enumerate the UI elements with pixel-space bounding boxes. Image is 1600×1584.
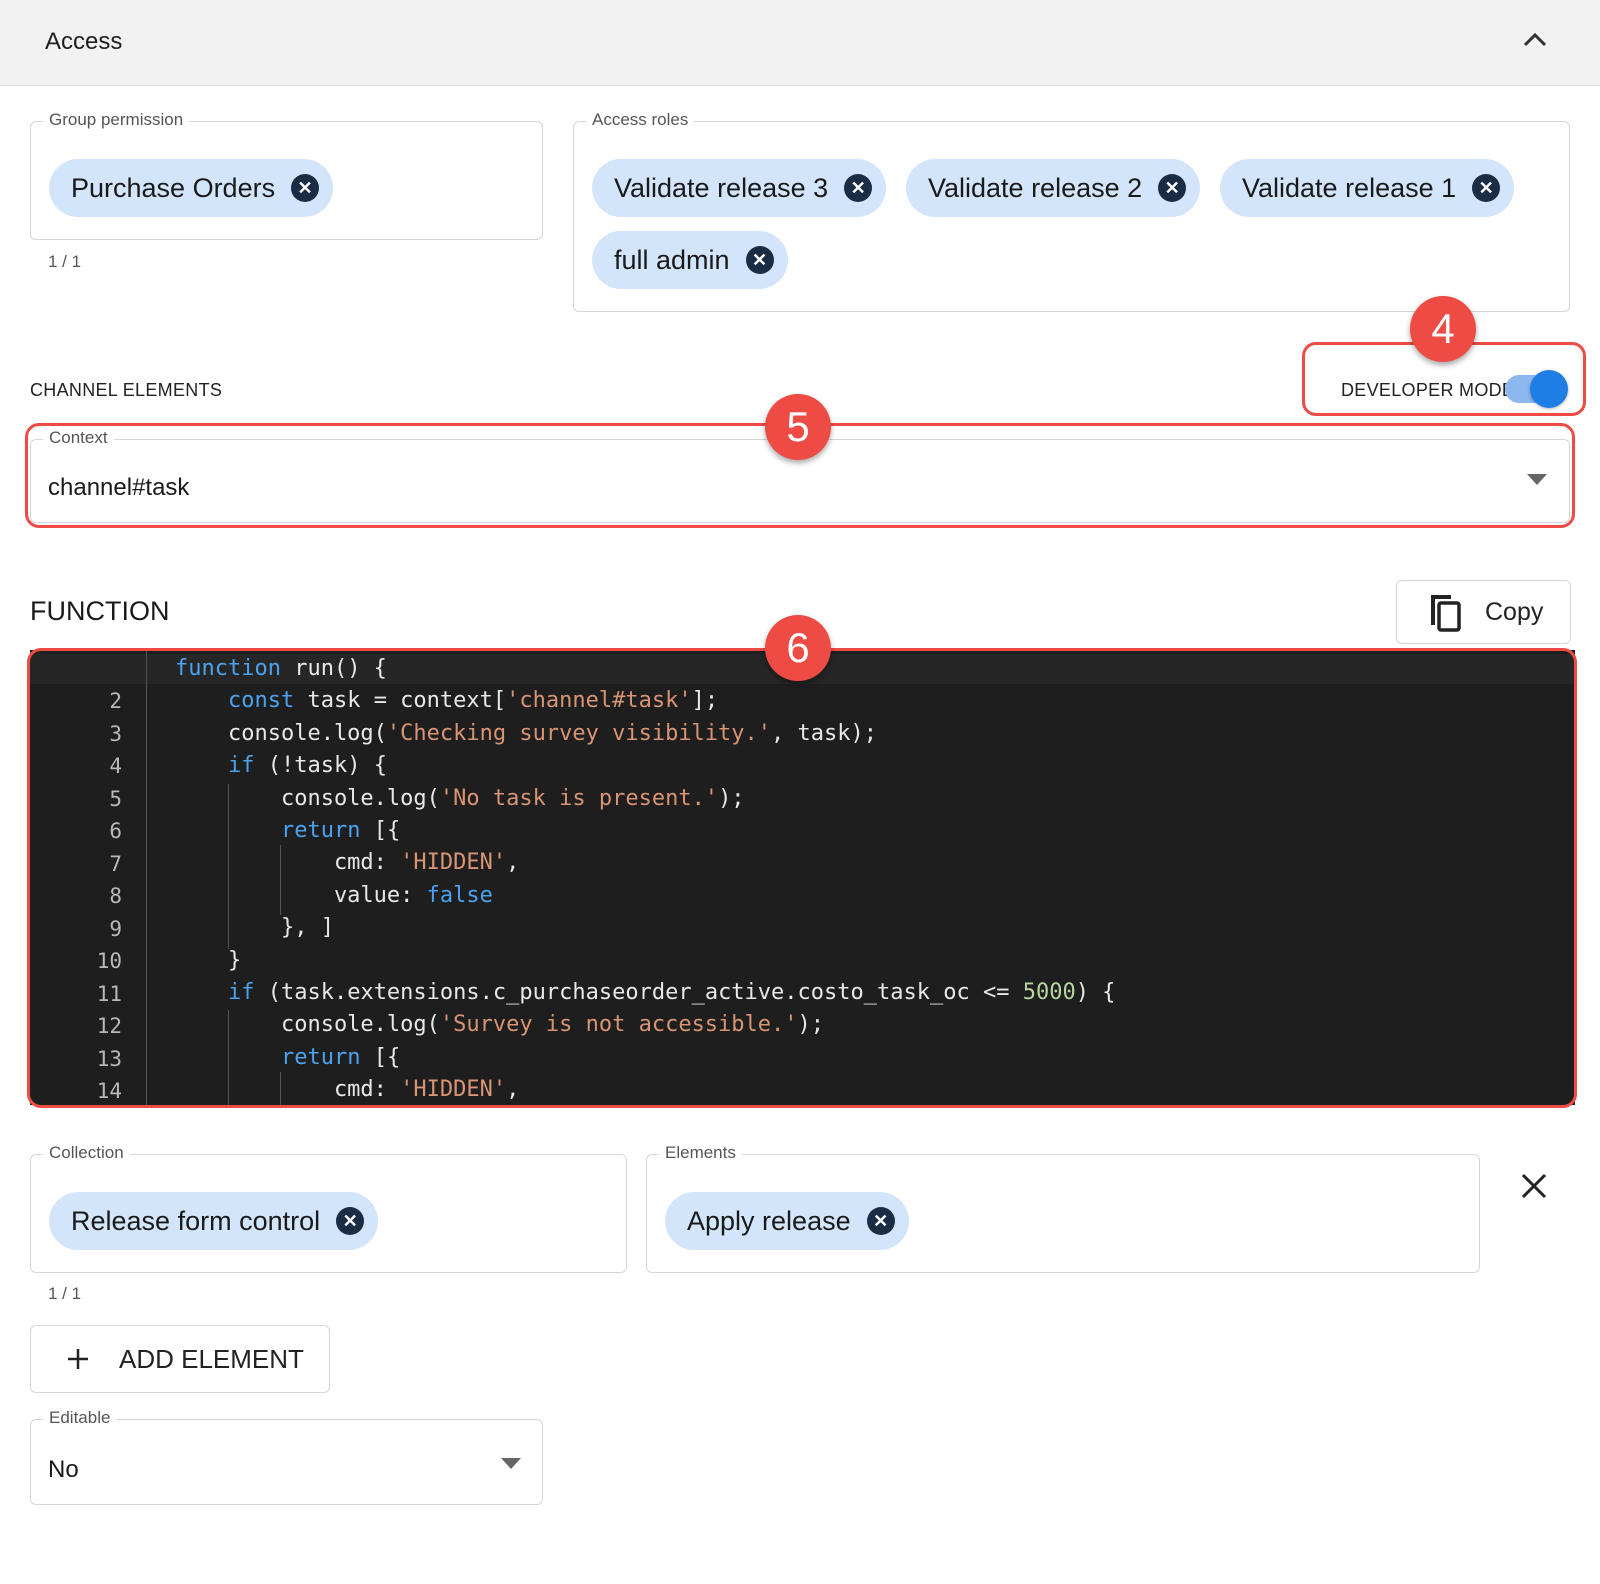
copy-button[interactable]: Copy (1396, 580, 1571, 644)
copy-label: Copy (1485, 597, 1544, 626)
chip-validate-release-3: Validate release 3 ✕ (592, 159, 887, 217)
remove-chip-icon[interactable]: ✕ (844, 174, 873, 202)
code-highlight (27, 648, 1577, 1108)
chip-label: Validate release 3 (614, 172, 829, 203)
copy-icon (1431, 595, 1461, 632)
chip-label: full admin (614, 244, 730, 275)
chip-validate-release-2: Validate release 2 ✕ (906, 159, 1201, 217)
chip-label: Validate release 1 (1242, 172, 1457, 203)
chip-release-form-control: Release form control ✕ (49, 1192, 379, 1250)
editable-legend: Editable (43, 1408, 117, 1428)
editable-select[interactable]: Editable No (30, 1408, 543, 1505)
chevron-up-icon[interactable] (1522, 30, 1548, 50)
remove-chip-icon[interactable]: ✕ (336, 1207, 365, 1235)
plus-icon (68, 1349, 88, 1369)
channel-elements-label: CHANNEL ELEMENTS (30, 380, 223, 400)
step-badge-6: 6 (765, 615, 831, 681)
step-badge-5: 5 (765, 394, 831, 460)
chip-label: Release form control (71, 1205, 321, 1236)
dropdown-arrow-icon[interactable] (501, 1458, 521, 1470)
editable-value: No (48, 1456, 79, 1483)
remove-chip-icon[interactable]: ✕ (1158, 174, 1187, 202)
group-permission-field[interactable]: Group permission Purchase Orders ✕ (30, 110, 543, 240)
developer-mode-label: DEVELOPER MODE (1341, 380, 1515, 400)
group-permission-counter: 1 / 1 (48, 252, 82, 271)
chip-validate-release-1: Validate release 1 ✕ (1220, 159, 1515, 217)
chip-apply-release: Apply release ✕ (665, 1192, 909, 1250)
access-roles-legend: Access roles (586, 110, 695, 130)
remove-chip-icon[interactable]: ✕ (1472, 174, 1501, 202)
add-element-button[interactable]: ADD ELEMENT (30, 1325, 330, 1393)
remove-chip-icon[interactable]: ✕ (866, 1207, 895, 1235)
collection-counter: 1 / 1 (48, 1284, 82, 1303)
remove-chip-icon[interactable]: ✕ (291, 174, 320, 202)
context-value: channel#task (48, 474, 190, 501)
chip-label: Purchase Orders (71, 172, 276, 203)
chip-full-admin: full admin ✕ (592, 231, 788, 289)
dropdown-arrow-icon[interactable] (1527, 474, 1547, 486)
chip-label: Apply release (687, 1205, 851, 1236)
access-section-header[interactable]: Access (0, 0, 1600, 86)
elements-field[interactable]: Elements Apply release ✕ (646, 1143, 1480, 1273)
collection-field[interactable]: Collection Release form control ✕ (30, 1143, 627, 1273)
remove-chip-icon[interactable]: ✕ (745, 246, 774, 274)
section-title: Access (45, 28, 123, 55)
chip-purchase-orders: Purchase Orders ✕ (49, 159, 334, 217)
access-roles-field[interactable]: Access roles Validate release 3 ✕ Valida… (573, 110, 1570, 312)
collection-legend: Collection (43, 1143, 130, 1163)
function-label: FUNCTION (30, 596, 170, 626)
toggle-knob[interactable] (1530, 370, 1568, 408)
group-permission-legend: Group permission (43, 110, 190, 130)
elements-legend: Elements (659, 1143, 742, 1163)
chip-label: Validate release 2 (928, 172, 1143, 203)
context-legend: Context (43, 428, 114, 448)
add-element-label: ADD ELEMENT (119, 1343, 304, 1374)
step-badge-4: 4 (1410, 296, 1476, 362)
close-icon[interactable] (1520, 1172, 1548, 1200)
